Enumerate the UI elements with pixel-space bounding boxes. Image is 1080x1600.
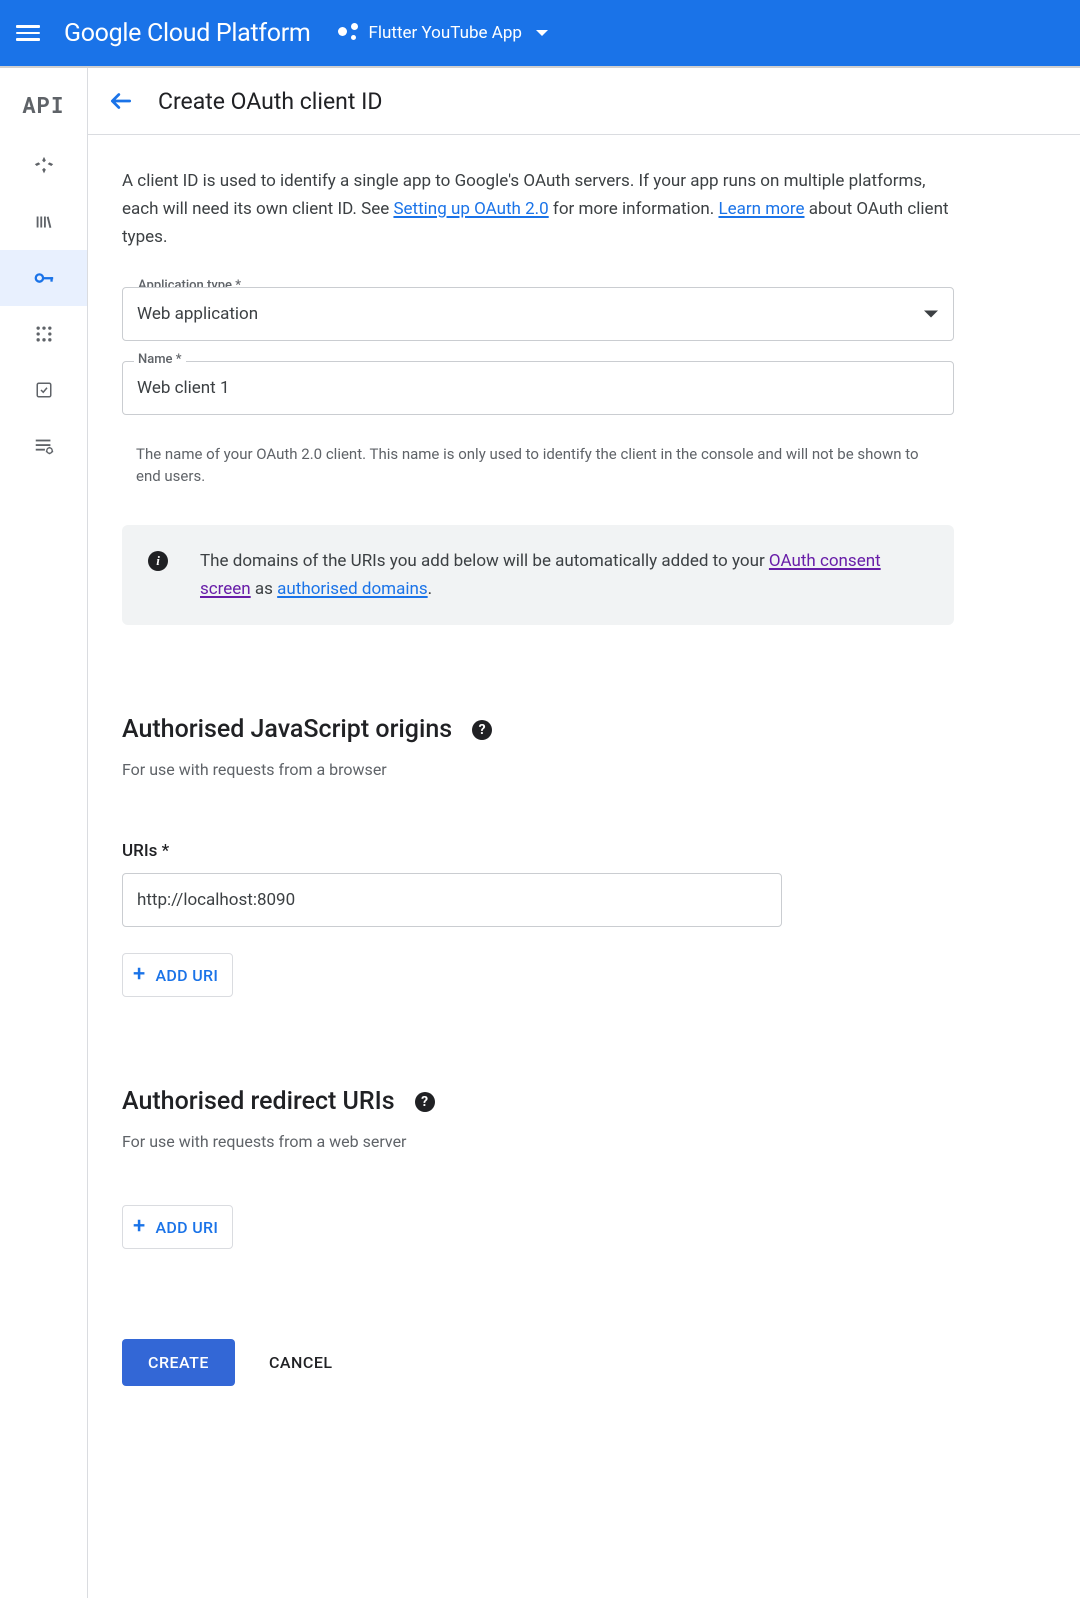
setup-oauth-link[interactable]: Setting up OAuth 2.0 [393, 199, 548, 219]
name-label: Name * [134, 352, 186, 367]
action-buttons: CREATE CANCEL [122, 1339, 954, 1386]
back-arrow-icon[interactable] [108, 88, 134, 114]
project-selector[interactable]: Flutter YouTube App [338, 23, 547, 43]
redirect-uris-title: Authorised redirect URIs ? [122, 1087, 954, 1116]
sidebar-item-credentials[interactable] [0, 250, 87, 306]
chevron-down-icon [536, 30, 548, 36]
sidebar-api-label[interactable]: API [0, 80, 87, 138]
settings-list-icon [33, 435, 55, 457]
sidebar-item-page-usage[interactable] [0, 418, 87, 474]
info-text: The domains of the URIs you add below wi… [200, 547, 928, 603]
plus-icon: + [133, 964, 146, 986]
help-icon[interactable]: ? [415, 1092, 435, 1112]
project-name: Flutter YouTube App [368, 23, 521, 43]
redirect-uris-section: Authorised redirect URIs ? For use with … [122, 1087, 954, 1249]
js-origins-title: Authorised JavaScript origins ? [122, 715, 954, 744]
js-origins-subtitle: For use with requests from a browser [122, 760, 954, 779]
js-origin-uri-input[interactable] [122, 873, 782, 927]
name-field: Name * [122, 361, 954, 415]
consent-icon [33, 323, 55, 345]
create-button[interactable]: CREATE [122, 1339, 235, 1386]
menu-icon[interactable] [16, 21, 40, 45]
library-icon [33, 211, 55, 233]
add-redirect-uri-button[interactable]: + ADD URI [122, 1205, 233, 1249]
sidebar-item-oauth-consent[interactable] [0, 306, 87, 362]
info-box: i The domains of the URIs you add below … [122, 525, 954, 625]
help-icon[interactable]: ? [472, 720, 492, 740]
app-type-field: Application type * Web application [122, 287, 954, 341]
authorised-domains-link[interactable]: authorised domains [277, 579, 427, 599]
dashboard-icon [33, 155, 55, 177]
name-helper: The name of your OAuth 2.0 client. This … [122, 435, 954, 487]
page-header: Create OAuth client ID [88, 68, 1080, 135]
checkbox-icon [33, 379, 55, 401]
intro-text: A client ID is used to identify a single… [122, 167, 954, 251]
add-js-origin-uri-button[interactable]: + ADD URI [122, 953, 233, 997]
top-header: Google Cloud Platform Flutter YouTube Ap… [0, 0, 1080, 68]
platform-name: Google Cloud Platform [64, 19, 310, 48]
redirect-uris-subtitle: For use with requests from a web server [122, 1132, 954, 1151]
uris-label: URIs * [122, 841, 954, 861]
sidebar: API [0, 68, 88, 1598]
app-type-select[interactable]: Web application [122, 287, 954, 341]
sidebar-item-domain-verification[interactable] [0, 362, 87, 418]
cancel-button[interactable]: CANCEL [269, 1353, 333, 1372]
info-icon: i [148, 551, 168, 571]
key-icon [33, 267, 55, 289]
name-input[interactable] [122, 361, 954, 415]
js-origins-section: Authorised JavaScript origins ? For use … [122, 715, 954, 997]
learn-more-link[interactable]: Learn more [718, 199, 804, 219]
sidebar-item-dashboard[interactable] [0, 138, 87, 194]
plus-icon: + [133, 1216, 146, 1238]
project-icon [338, 23, 358, 43]
page-title: Create OAuth client ID [158, 88, 382, 115]
sidebar-item-library[interactable] [0, 194, 87, 250]
